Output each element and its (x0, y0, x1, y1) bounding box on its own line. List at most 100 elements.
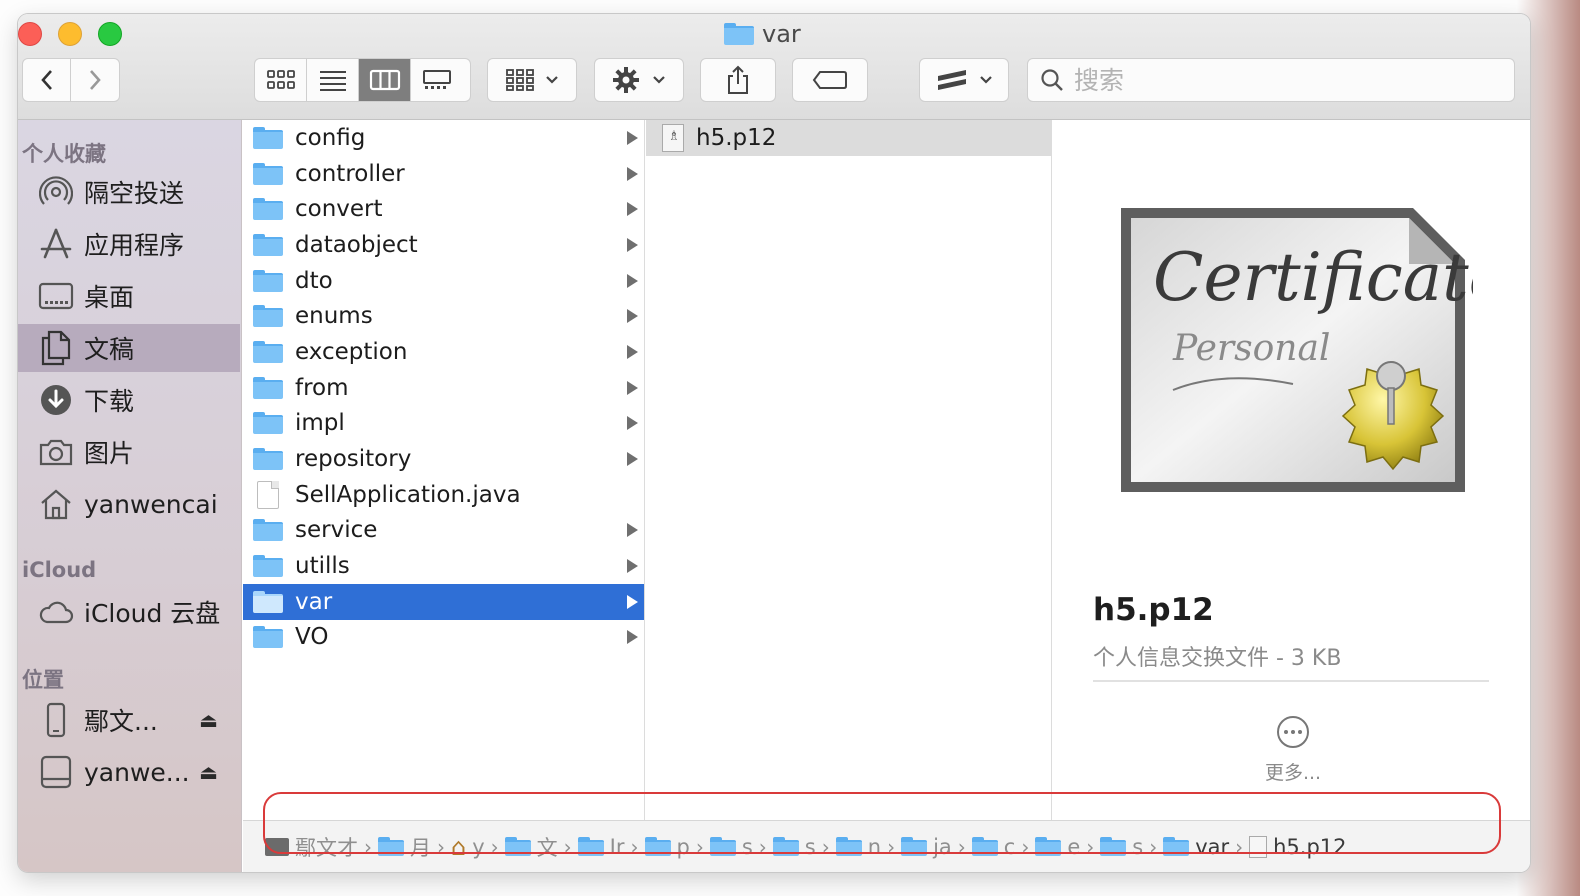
window-title-text: var (762, 20, 801, 48)
item-name: from (295, 374, 349, 401)
nav-buttons (22, 58, 120, 102)
sidebar-item-disk[interactable]: yanwe... ⏏ (18, 748, 240, 796)
sidebar-item-icloud-drive[interactable]: iCloud 云盘 (18, 588, 240, 636)
minimize-window-button[interactable] (58, 22, 82, 46)
item-name: impl (295, 410, 345, 437)
breadcrumb-label: n (867, 834, 882, 859)
close-window-button[interactable] (18, 22, 42, 46)
open-with-editor-button[interactable] (919, 58, 1009, 102)
action-menu-button[interactable] (594, 58, 684, 102)
iphone-icon (38, 702, 74, 738)
certificate-subtitle-text: Personal (1172, 328, 1330, 369)
eject-icon[interactable]: ⏏ (199, 760, 218, 784)
list-item[interactable]: service (243, 513, 644, 549)
share-button[interactable] (700, 58, 776, 102)
breadcrumb-item[interactable]: ja (901, 835, 952, 859)
computer-icon (265, 837, 289, 856)
list-item[interactable]: exception (243, 334, 644, 370)
item-name: SellApplication.java (295, 481, 521, 508)
sidebar-item-home[interactable]: yanwencai (18, 480, 240, 528)
breadcrumb-separator-icon: › (695, 834, 704, 859)
breadcrumb-item[interactable]: e (1035, 835, 1080, 859)
folder-icon (253, 340, 283, 363)
breadcrumb-item[interactable]: p (644, 835, 690, 859)
folder-icon (253, 305, 283, 328)
breadcrumb-item[interactable]: ⌂ y (451, 833, 485, 861)
forward-button[interactable] (71, 59, 119, 101)
breadcrumb-item[interactable]: s (772, 835, 816, 859)
folder-icon (253, 448, 283, 471)
search-input[interactable] (1074, 65, 1494, 95)
breadcrumb-item[interactable]: Ir (577, 835, 625, 859)
disclosure-arrow-icon (627, 344, 638, 359)
sidebar-item-documents[interactable]: 文稿 (18, 324, 240, 372)
list-view-button[interactable] (307, 59, 359, 101)
sidebar-item-label: 应用程序 (84, 231, 185, 260)
chevron-right-icon (90, 70, 101, 90)
disclosure-arrow-icon (627, 202, 638, 217)
list-item[interactable]: from (243, 370, 644, 406)
sidebar-item-desktop[interactable]: 桌面 (18, 272, 240, 320)
eject-icon[interactable]: ⏏ (199, 708, 218, 732)
disclosure-arrow-icon (627, 523, 638, 538)
list-item[interactable]: var (243, 583, 644, 620)
search-field[interactable] (1027, 58, 1515, 102)
back-button[interactable] (23, 59, 72, 101)
list-item[interactable]: utills (243, 548, 644, 584)
folder-icon (1100, 837, 1127, 856)
sidebar-item-iphone[interactable]: 鄢文... ⏏ (18, 696, 240, 744)
zoom-window-button[interactable] (98, 22, 122, 46)
disk-icon (38, 754, 74, 790)
sidebar-item-applications[interactable]: 应用程序 (18, 220, 240, 268)
folder-icon (378, 837, 404, 856)
breadcrumb-label: h5.p12 (1273, 834, 1347, 859)
breadcrumb-item[interactable]: 月 (378, 832, 431, 862)
list-item[interactable]: controller (243, 156, 644, 192)
list-item[interactable]: dataobject (243, 227, 644, 263)
list-item[interactable]: VO (243, 620, 644, 656)
group-by-button[interactable] (487, 58, 577, 102)
locations-header: 位置 (22, 668, 64, 692)
icon-view-button[interactable] (255, 59, 307, 101)
folder-icon (724, 23, 754, 45)
sidebar-item-label: 下载 (84, 387, 135, 416)
disclosure-arrow-icon (627, 416, 638, 431)
list-item[interactable]: impl (243, 406, 644, 442)
list-item[interactable]: enums (243, 298, 644, 334)
list-item[interactable]: convert (243, 191, 644, 227)
item-name: convert (295, 196, 383, 223)
breadcrumb-item[interactable]: n (835, 834, 882, 859)
disclosure-arrow-icon (627, 237, 638, 252)
disclosure-arrow-icon (627, 309, 638, 324)
list-item[interactable]: ♗ h5.p12 (646, 120, 1051, 156)
breadcrumb-item[interactable]: c (971, 835, 1015, 859)
icon-grid-icon (266, 70, 295, 89)
list-item[interactable]: repository (243, 441, 644, 477)
more-label: 更多... (1264, 762, 1322, 784)
breadcrumb-item[interactable]: h5.p12 (1249, 834, 1347, 859)
file-name: h5.p12 (696, 124, 777, 151)
list-item[interactable]: config (243, 120, 644, 156)
breadcrumb-item[interactable]: 文 (504, 832, 558, 862)
folder-icon (253, 412, 283, 435)
list-item[interactable]: dto (243, 263, 644, 299)
tag-button[interactable] (792, 58, 868, 102)
list-item[interactable]: SellApplication.java (243, 477, 644, 513)
breadcrumb-separator-icon: › (563, 834, 572, 859)
breadcrumb-separator-icon: › (490, 834, 499, 859)
folder-icon (253, 198, 283, 221)
sidebar-item-downloads[interactable]: 下载 (18, 376, 240, 424)
sidebar-item-airdrop[interactable]: 隔空投送 (18, 168, 240, 216)
sidebar-item-pictures[interactable]: 图片 (18, 428, 240, 476)
breadcrumb-item[interactable]: var (1163, 835, 1229, 859)
gallery-view-button[interactable] (411, 59, 463, 101)
breadcrumb-item[interactable]: 鄢文才 (265, 832, 358, 862)
breadcrumb-item[interactable]: s (709, 835, 753, 859)
disclosure-arrow-icon (627, 594, 638, 609)
chevron-down-icon (653, 76, 665, 84)
more-button[interactable]: 更多... (1255, 716, 1331, 785)
list-icon (319, 71, 346, 91)
columns-icon (369, 69, 400, 91)
column-view-button[interactable] (359, 59, 411, 101)
breadcrumb-item[interactable]: s (1100, 835, 1143, 859)
